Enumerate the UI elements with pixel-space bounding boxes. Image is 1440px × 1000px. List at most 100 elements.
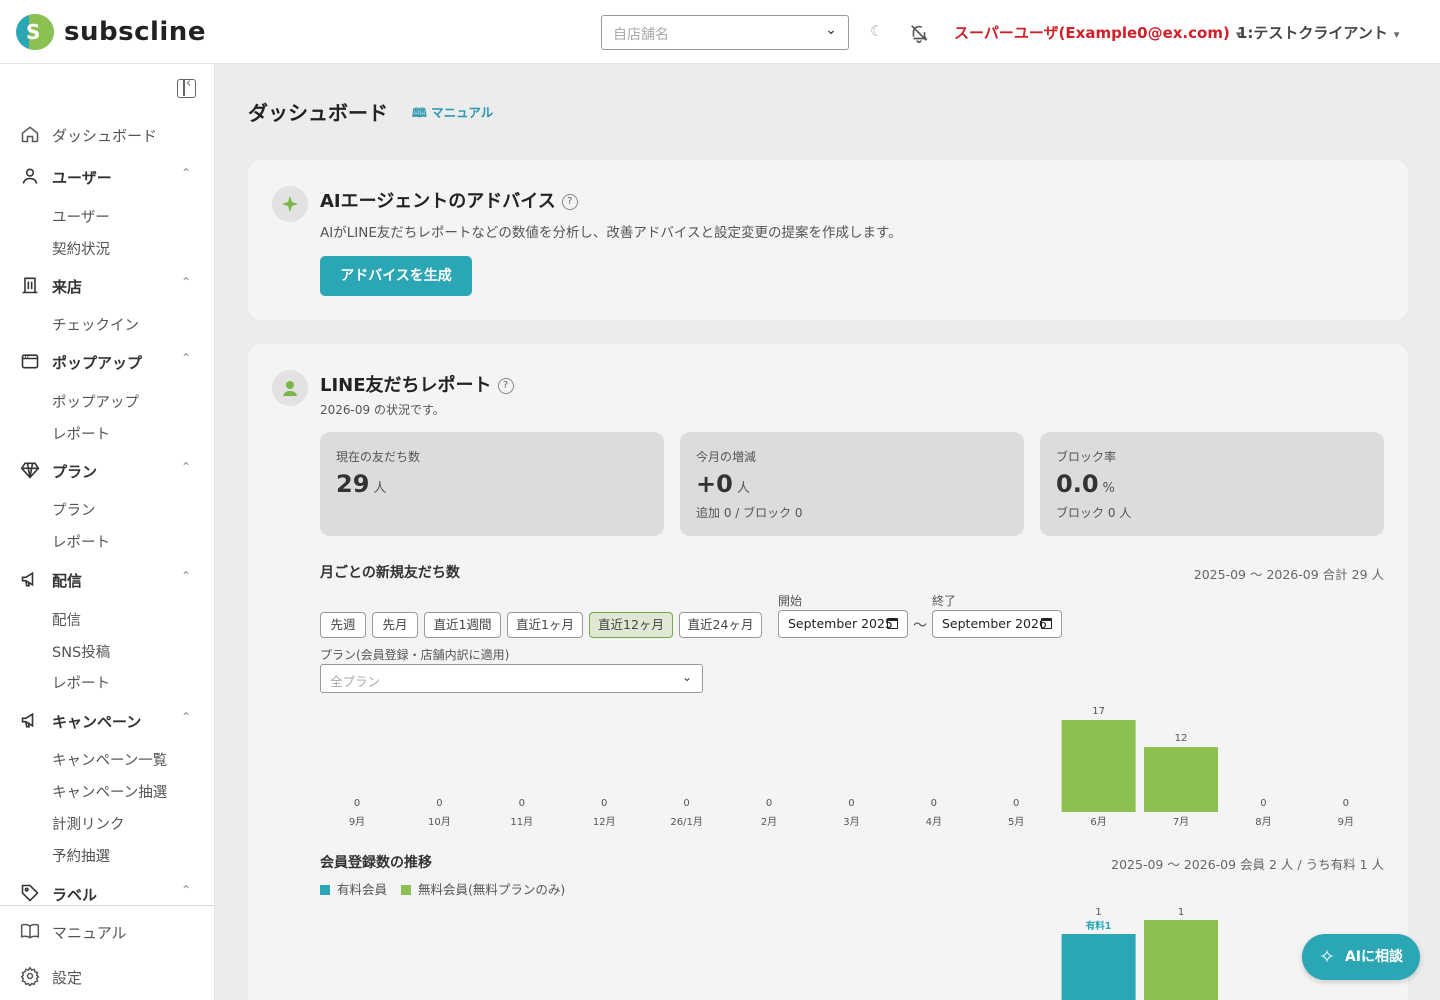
data-label: 0 bbox=[1260, 798, 1266, 809]
data-label: 0 bbox=[683, 798, 689, 809]
sidebar-item-visits[interactable]: 来店 ⌃ bbox=[0, 272, 214, 300]
sidebar-subitem-contracts[interactable]: 契約状況 bbox=[52, 238, 110, 259]
tick-label: 11月 bbox=[510, 816, 533, 828]
sidebar-item-label-menu[interactable]: ラベル ⌃ bbox=[0, 880, 214, 908]
book-icon bbox=[20, 923, 40, 939]
sidebar-item-label: ラベル bbox=[52, 886, 98, 904]
sidebar-subitem-campaign-lottery[interactable]: キャンペーン抽選 bbox=[52, 781, 167, 802]
data-label: 0 bbox=[601, 798, 607, 809]
logo-icon: S bbox=[16, 14, 54, 50]
sidebar-subitem-popup-report[interactable]: レポート bbox=[52, 423, 110, 444]
sidebar-item-plan[interactable]: プラン ⌃ bbox=[0, 457, 214, 485]
building-icon bbox=[22, 277, 38, 294]
sidebar-item-manual[interactable]: マニュアル bbox=[0, 918, 214, 946]
chevron-up-icon: ⌃ bbox=[181, 275, 192, 289]
sidebar-subitem-plan[interactable]: プラン bbox=[52, 499, 96, 520]
chevron-up-icon: ⌃ bbox=[181, 460, 192, 474]
tag-icon bbox=[21, 884, 39, 902]
megaphone-icon bbox=[21, 571, 34, 587]
sidebar-item-label: 配信 bbox=[52, 572, 83, 590]
home-icon bbox=[21, 126, 39, 143]
gear-icon bbox=[20, 966, 40, 986]
sidebar-item-campaign[interactable]: キャンペーン ⌃ bbox=[0, 707, 214, 735]
data-label: 0 bbox=[931, 798, 937, 809]
data-label: 0 bbox=[354, 798, 360, 809]
sidebar-item-label: 設定 bbox=[52, 969, 83, 987]
sidebar-item-settings[interactable]: 設定 bbox=[0, 963, 214, 991]
client-menu[interactable]: 1:テストクライアント ▾ bbox=[1237, 22, 1399, 43]
tick-label: 10月 bbox=[428, 816, 451, 828]
store-select[interactable]: 自店舗名 ⌄ bbox=[601, 15, 849, 50]
sidebar-item-label: ダッシュボード bbox=[52, 127, 158, 145]
tick-label: 9月 bbox=[349, 816, 365, 828]
window-icon bbox=[21, 354, 39, 369]
chevron-up-icon: ⌃ bbox=[181, 166, 192, 180]
client-menu-label: 1:テストクライアント bbox=[1237, 24, 1388, 42]
tick-label: 7月 bbox=[1173, 816, 1189, 828]
user-menu[interactable]: スーパーユーザ(Example0@ex.com) ▾ bbox=[954, 22, 1241, 43]
sidebar-item-label: ユーザー bbox=[52, 169, 112, 187]
sparkle-icon: ✧ bbox=[1319, 946, 1335, 968]
paid-label: 有料1 bbox=[1086, 920, 1112, 932]
sidebar-subitem-tracking-link[interactable]: 計測リンク bbox=[52, 813, 125, 834]
tick-label: 5月 bbox=[1008, 816, 1024, 828]
store-select-placeholder: 自店舗名 bbox=[613, 27, 669, 43]
tick-label: 2月 bbox=[761, 816, 777, 828]
moon-icon[interactable]: ☾ bbox=[870, 22, 883, 40]
bar bbox=[1144, 747, 1218, 812]
data-label: 0 bbox=[766, 798, 772, 809]
data-label: 12 bbox=[1175, 733, 1188, 744]
data-label: 1 bbox=[1178, 907, 1184, 918]
sidebar-item-label: ポップアップ bbox=[52, 354, 143, 372]
tick-label: 4月 bbox=[926, 816, 942, 828]
chevron-down-icon: ▾ bbox=[1393, 28, 1400, 41]
data-label: 0 bbox=[1343, 798, 1349, 809]
sidebar-subitem-reservation-lottery[interactable]: 予約抽選 bbox=[52, 845, 110, 866]
sidebar-collapse-icon[interactable] bbox=[177, 76, 196, 98]
tick-label: 12月 bbox=[593, 816, 616, 828]
chevron-up-icon: ⌃ bbox=[181, 883, 192, 897]
sidebar-item-label: 来店 bbox=[52, 278, 83, 296]
data-label: 0 bbox=[519, 798, 525, 809]
sidebar-item-delivery[interactable]: 配信 ⌃ bbox=[0, 566, 214, 594]
tick-label: 8月 bbox=[1255, 816, 1271, 828]
data-label: 17 bbox=[1092, 706, 1105, 717]
sidebar-subitem-users[interactable]: ユーザー bbox=[52, 206, 110, 227]
sidebar-subitem-popup[interactable]: ポップアップ bbox=[52, 391, 139, 412]
sidebar-item-dashboard[interactable]: ダッシュボード bbox=[0, 121, 214, 149]
sidebar-subitem-delivery[interactable]: 配信 bbox=[52, 609, 81, 630]
megaphone-icon bbox=[21, 712, 34, 728]
data-label: 1 bbox=[1095, 907, 1101, 918]
tick-label: 3月 bbox=[843, 816, 859, 828]
tick-label: 26/1月 bbox=[670, 816, 702, 828]
chevron-up-icon: ⌃ bbox=[181, 569, 192, 583]
chevron-up-icon: ⌃ bbox=[181, 710, 192, 724]
sidebar-subitem-sns[interactable]: SNS投稿 bbox=[52, 641, 110, 662]
data-label: 0 bbox=[848, 798, 854, 809]
bell-off-icon[interactable] bbox=[908, 22, 930, 44]
sidebar-item-popup[interactable]: ポップアップ ⌃ bbox=[0, 348, 214, 376]
user-icon bbox=[22, 168, 38, 184]
sidebar-item-users[interactable]: ユーザー ⌃ bbox=[0, 163, 214, 191]
charts-layer: 0 9月 0 10月 0 11月 0 12月 0 26/1月 0 2月 0 3月 0 4月 0 5月 17 6月 12 7… bbox=[349, 706, 1354, 1000]
sidebar-subitem-delivery-report[interactable]: レポート bbox=[52, 672, 110, 693]
logo-text: subscline bbox=[64, 17, 206, 47]
sidebar-subitem-campaign-list[interactable]: キャンペーン一覧 bbox=[52, 749, 167, 770]
sidebar-subitem-plan-report[interactable]: レポート bbox=[52, 531, 110, 552]
bar bbox=[1061, 720, 1136, 812]
data-label: 0 bbox=[1013, 798, 1019, 809]
top-bar: S subscline 自店舗名 ⌄ ☾ スーパーユーザ(Example0@ex… bbox=[0, 0, 1440, 64]
sidebar-item-label: マニュアル bbox=[52, 924, 127, 942]
sidebar-item-label: プラン bbox=[52, 463, 98, 481]
tick-label: 6月 bbox=[1090, 816, 1106, 828]
logo[interactable]: S subscline bbox=[16, 14, 206, 50]
sidebar-subitem-checkin[interactable]: チェックイン bbox=[52, 314, 139, 335]
user-menu-label: スーパーユーザ(Example0@ex.com) bbox=[954, 24, 1230, 42]
sidebar-item-label: キャンペーン bbox=[52, 713, 142, 731]
sidebar: ダッシュボード ユーザー ⌃ ユーザー 契約状況 来店 ⌃ チェックイン ポップ… bbox=[0, 64, 215, 1000]
ai-consult-button[interactable]: ✧ AIに相談 bbox=[1302, 934, 1420, 980]
diamond-icon bbox=[20, 462, 40, 479]
bar bbox=[1061, 934, 1136, 1000]
chevron-down-icon: ⌄ bbox=[825, 22, 837, 38]
chevron-up-icon: ⌃ bbox=[181, 351, 192, 365]
